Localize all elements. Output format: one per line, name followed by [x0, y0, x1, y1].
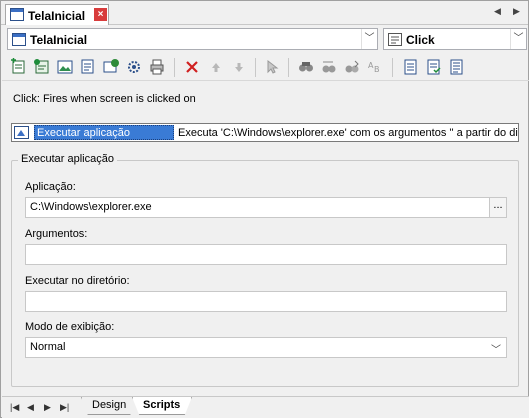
event-description: Click: Fires when screen is clicked on	[13, 93, 196, 105]
tab-title: TelaInicial	[28, 9, 86, 23]
edit-list-icon[interactable]	[448, 58, 466, 76]
check-list-icon[interactable]	[425, 58, 443, 76]
prev-tab-icon[interactable]: ◀	[27, 402, 34, 413]
chevron-down-icon[interactable]: ﹀	[510, 29, 526, 49]
move-down-icon[interactable]	[230, 58, 248, 76]
move-up-icon[interactable]	[207, 58, 225, 76]
arguments-input[interactable]	[25, 244, 507, 265]
chevron-down-icon[interactable]: ﹀	[491, 341, 501, 356]
script-editor-window: TelaInicial × ◀ ▶ TelaInicial ﹀ Click ﹀	[0, 0, 529, 418]
print-icon[interactable]	[148, 58, 166, 76]
record-icon[interactable]	[102, 58, 120, 76]
directory-input[interactable]	[25, 291, 507, 312]
toolbar-separator	[392, 58, 393, 77]
application-input[interactable]: C:\Windows\explorer.exe ...	[25, 197, 507, 218]
tab-design[interactable]: Design	[81, 397, 137, 415]
bottom-tab-bar: |◀ ◀ ▶ ▶| Design Scripts	[2, 396, 529, 418]
find-next-icon[interactable]	[343, 58, 361, 76]
cursor-icon[interactable]	[263, 58, 281, 76]
display-mode-label: Modo de exibição:	[25, 321, 115, 333]
tab-scroll-left-icon[interactable]: ◀	[494, 6, 501, 17]
toolbar-separator	[255, 58, 256, 77]
display-mode-select[interactable]: Normal ﹀	[25, 337, 507, 358]
screen-icon	[12, 33, 26, 49]
image-action-icon[interactable]	[56, 58, 74, 76]
toolbar-separator	[174, 58, 175, 77]
close-tab-icon[interactable]: ×	[94, 8, 107, 21]
first-tab-icon[interactable]: |◀	[10, 402, 19, 413]
svg-text:B: B	[374, 65, 380, 74]
browse-button[interactable]: ...	[489, 198, 506, 217]
next-tab-icon[interactable]: ▶	[44, 402, 51, 413]
event-select[interactable]: Click ﹀	[383, 28, 527, 50]
insert-action-icon[interactable]	[79, 58, 97, 76]
action-detail: Executa 'C:\Windows\explorer.exe' com os…	[178, 127, 519, 139]
directory-label: Executar no diretório:	[25, 275, 130, 287]
application-label: Aplicação:	[25, 181, 76, 193]
chevron-down-icon[interactable]: ﹀	[361, 29, 377, 49]
event-select-value: Click	[406, 33, 435, 47]
settings-icon[interactable]	[125, 58, 143, 76]
tab-scripts[interactable]: Scripts	[132, 397, 192, 415]
script-action-list[interactable]: Executar aplicação Executa 'C:\Windows\e…	[11, 123, 519, 142]
arguments-label: Argumentos:	[25, 228, 88, 240]
tab-telainicial[interactable]: TelaInicial ×	[5, 4, 109, 25]
script-toolbar: AB	[2, 55, 529, 81]
object-select-value: TelaInicial	[30, 33, 88, 47]
list-icon[interactable]	[402, 58, 420, 76]
delete-icon[interactable]	[183, 58, 201, 76]
application-value: C:\Windows\explorer.exe	[30, 201, 152, 213]
add-script-icon[interactable]	[10, 58, 28, 76]
screen-icon	[10, 8, 24, 24]
spellcheck-icon[interactable]: AB	[366, 58, 384, 76]
run-application-icon	[14, 126, 30, 141]
display-mode-value: Normal	[30, 341, 66, 353]
object-select[interactable]: TelaInicial ﹀	[7, 28, 378, 50]
event-icon	[388, 33, 402, 49]
last-tab-icon[interactable]: ▶|	[60, 402, 69, 413]
selected-action-name[interactable]: Executar aplicação	[34, 125, 174, 140]
add-action-icon[interactable]	[33, 58, 51, 76]
tab-scroll-right-icon[interactable]: ▶	[513, 6, 520, 17]
document-tab-bar: TelaInicial × ◀ ▶	[1, 1, 528, 25]
find-icon[interactable]	[297, 58, 315, 76]
find-replace-icon[interactable]	[320, 58, 338, 76]
group-title: Executar aplicação	[18, 153, 117, 165]
toolbar-separator	[288, 58, 289, 77]
